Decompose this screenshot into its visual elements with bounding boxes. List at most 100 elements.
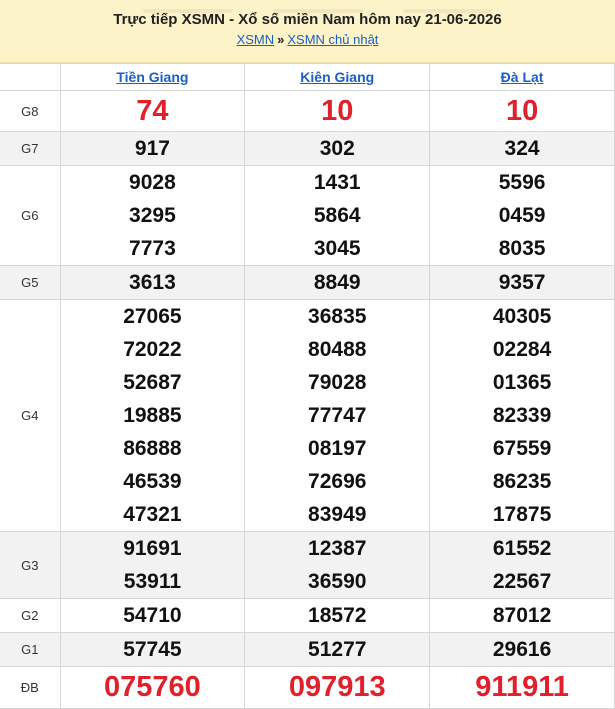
province-link[interactable]: Kiên Giang <box>300 69 374 85</box>
prize-cell: 61552 22567 <box>429 531 615 599</box>
prize-cell: 10 <box>429 90 615 132</box>
prize-label: G4 <box>0 299 61 532</box>
prize-number: 52687 <box>123 371 182 394</box>
prize-row: ĐB 075760 097913 911911 <box>0 666 615 709</box>
prize-cell: 57745 <box>59 632 246 667</box>
corner-cell <box>0 63 61 91</box>
province-header-row: Tiền Giang Kiên Giang Đà Lạt <box>0 63 615 91</box>
prize-number: 324 <box>504 137 540 160</box>
prize-cell: 27065 72022 52687 19885 86888 46539 47321 <box>59 299 246 532</box>
prize-cell: 51277 <box>244 632 431 667</box>
prize-number: 1431 <box>313 171 361 194</box>
prize-number: 47321 <box>123 503 182 526</box>
breadcrumb-home-link[interactable]: XSMN <box>237 32 275 47</box>
prize-cell: 87012 <box>429 598 615 633</box>
prize-label: G1 <box>0 632 61 667</box>
prize-label: G7 <box>0 131 61 166</box>
prize-number: 9028 <box>129 171 176 194</box>
prize-number: 17875 <box>492 503 552 526</box>
prize-row: G6 9028 3295 7773 1431 5864 3045 5596 0459 8035 <box>0 165 615 266</box>
prize-cell: 36835 80488 79028 77747 08197 72696 83949 <box>244 299 431 532</box>
prize-cell: 911911 <box>429 666 615 709</box>
prize-number: 3045 <box>313 237 361 260</box>
prize-number: 12387 <box>308 537 367 560</box>
prize-number: 097913 <box>288 671 386 703</box>
prize-number: 5864 <box>313 204 361 227</box>
prize-number: 80488 <box>308 338 367 361</box>
prize-number: 36835 <box>308 305 367 328</box>
prize-number: 10 <box>321 94 354 127</box>
prize-row: G8 74 10 10 <box>0 90 615 132</box>
prize-number: 46539 <box>123 470 182 493</box>
province-link[interactable]: Tiền Giang <box>116 69 188 85</box>
prize-number: 74 <box>136 94 169 127</box>
prize-cell: 9028 3295 7773 <box>59 165 246 266</box>
prize-number: 53911 <box>123 570 182 593</box>
prize-number: 08197 <box>308 437 367 460</box>
prize-number: 7773 <box>129 237 176 260</box>
prize-rows: G8 74 10 10 G7 917 302 324 G6 9028 3295 7773 1431 586… <box>0 90 615 709</box>
prize-label: G6 <box>0 165 61 266</box>
prize-number: 10 <box>505 94 539 127</box>
prize-number: 0459 <box>498 204 546 227</box>
prize-number: 86235 <box>492 470 552 493</box>
prize-cell: 1431 5864 3045 <box>244 165 431 266</box>
province-link[interactable]: Đà Lạt <box>501 69 544 85</box>
prize-number: 9357 <box>498 271 546 294</box>
prize-number: 91691 <box>123 537 182 560</box>
prize-cell: 12387 36590 <box>244 531 431 599</box>
prize-row: G2 54710 18572 87012 <box>0 598 615 633</box>
prize-number: 36590 <box>308 570 367 593</box>
prize-cell: 10 <box>244 90 431 132</box>
prize-row: G3 91691 53911 12387 36590 61552 22567 <box>0 531 615 599</box>
prize-cell: 302 <box>244 131 431 166</box>
prize-number: 27065 <box>123 305 182 328</box>
prize-number: 72022 <box>123 338 182 361</box>
breadcrumb: XSMN» XSMN chủ nhật <box>0 32 615 48</box>
prize-cell: 18572 <box>244 598 431 633</box>
page-title: Trực tiếp XSMN - Xổ số miền Nam hôm nay … <box>113 11 502 28</box>
prize-number: 67559 <box>492 437 552 460</box>
prize-cell: 075760 <box>59 666 246 709</box>
top-tabs-strip <box>60 0 615 13</box>
prize-number: 79028 <box>308 371 367 394</box>
prize-number: 61552 <box>492 537 552 560</box>
prize-label: ĐB <box>0 666 61 709</box>
prize-row: G5 3613 8849 9357 <box>0 265 615 300</box>
province-header: Tiền Giang <box>59 63 246 91</box>
prize-number: 19885 <box>123 404 182 427</box>
prize-cell: 91691 53911 <box>59 531 246 599</box>
prize-cell: 5596 0459 8035 <box>429 165 615 266</box>
prize-cell: 8849 <box>244 265 431 300</box>
prize-number: 72696 <box>308 470 367 493</box>
prize-number: 51277 <box>308 638 367 661</box>
prize-number: 8035 <box>498 237 546 260</box>
prize-number: 57745 <box>123 638 182 661</box>
prize-number: 02284 <box>492 338 552 361</box>
prize-number: 86888 <box>123 437 182 460</box>
results-table: Tiền Giang Kiên Giang Đà Lạt G8 74 10 10 G7 9… <box>0 63 615 709</box>
province-header: Kiên Giang <box>244 63 431 91</box>
prize-label: G2 <box>0 598 61 633</box>
prize-label: G8 <box>0 90 61 132</box>
prize-row: G1 57745 51277 29616 <box>0 632 615 667</box>
prize-cell: 40305 02284 01365 82339 67559 86235 17875 <box>429 299 615 532</box>
prize-number: 5596 <box>498 171 546 194</box>
prize-number: 3613 <box>129 271 176 294</box>
breadcrumb-current-link[interactable]: XSMN chủ nhật <box>287 32 378 47</box>
prize-cell: 324 <box>429 131 615 166</box>
prize-number: 8849 <box>313 271 361 294</box>
prize-number: 77747 <box>308 404 367 427</box>
prize-number: 3295 <box>129 204 176 227</box>
prize-cell: 54710 <box>59 598 246 633</box>
prize-cell: 29616 <box>429 632 615 667</box>
prize-number: 917 <box>134 137 170 160</box>
prize-cell: 9357 <box>429 265 615 300</box>
prize-number: 075760 <box>104 671 201 703</box>
prize-number: 18572 <box>308 604 367 627</box>
prize-cell: 3613 <box>59 265 246 300</box>
prize-label: G3 <box>0 531 61 599</box>
province-header: Đà Lạt <box>429 63 615 91</box>
page-header: Trực tiếp XSMN - Xổ số miền Nam hôm nay … <box>0 0 615 63</box>
prize-number: 302 <box>319 137 355 160</box>
